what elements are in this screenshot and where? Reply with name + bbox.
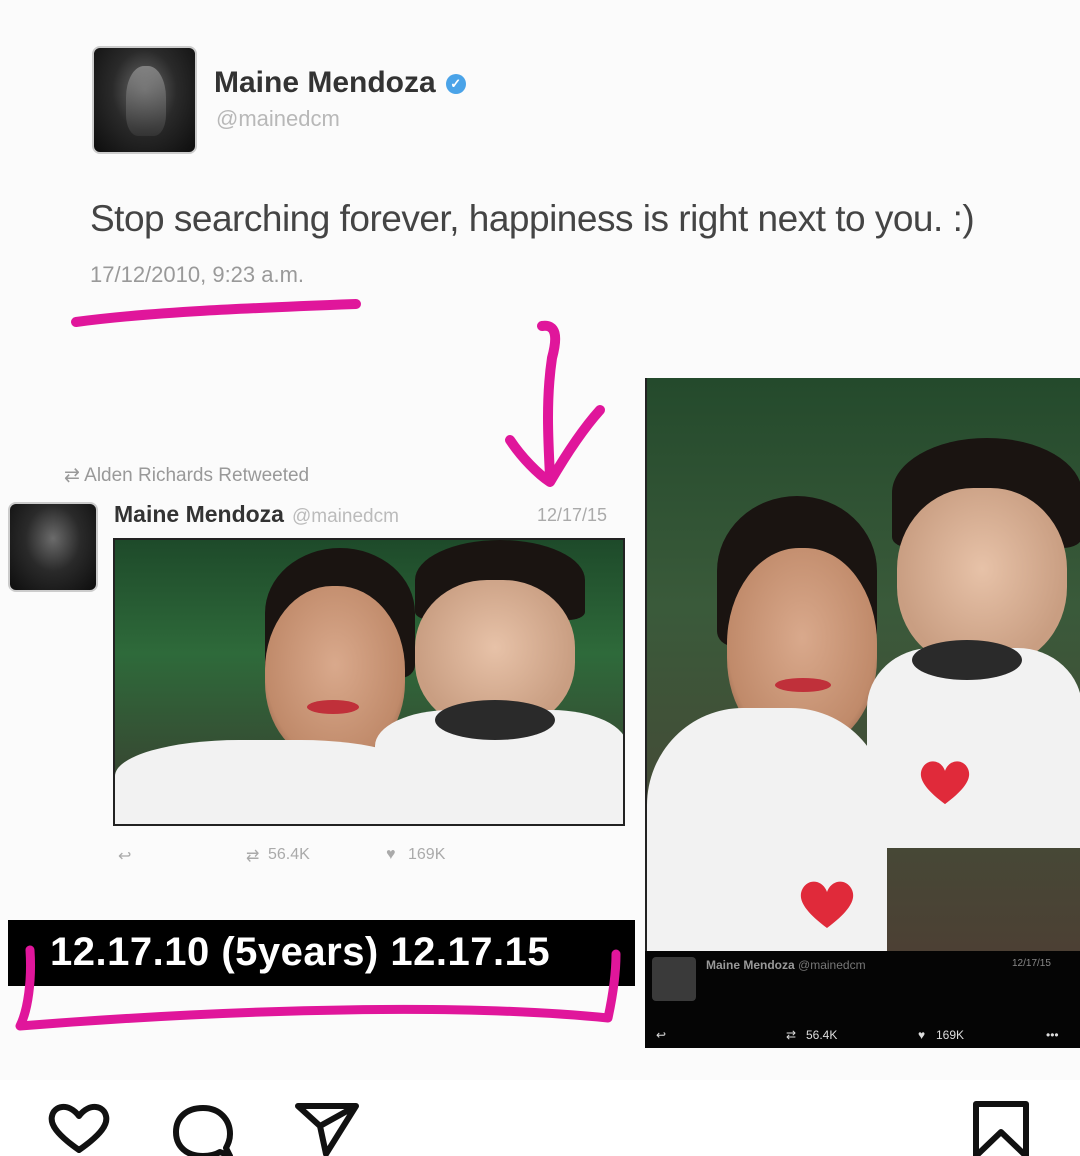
retweet-count: 56.4K bbox=[806, 1028, 838, 1042]
reply-icon[interactable]: ↩ bbox=[656, 1028, 666, 1042]
retweet-count: 56.4K bbox=[268, 846, 310, 863]
author-name-text: Maine Mendoza bbox=[214, 66, 436, 99]
share-icon[interactable] bbox=[292, 1100, 362, 1156]
avatar bbox=[8, 502, 98, 592]
comment-icon[interactable] bbox=[168, 1100, 238, 1156]
lips bbox=[775, 678, 831, 692]
pink-arrow-icon bbox=[505, 320, 605, 487]
collar bbox=[912, 640, 1022, 680]
avatar bbox=[652, 957, 696, 1001]
right-tweet-author: Maine Mendoza @mainedcm bbox=[706, 958, 866, 972]
right-tweet-date: 12/17/15 bbox=[1012, 958, 1051, 969]
like-count: 169K bbox=[936, 1028, 965, 1042]
collar bbox=[435, 700, 555, 740]
retweet-icon[interactable]: ⇄ bbox=[786, 1028, 796, 1042]
like-icon[interactable]: ♥ bbox=[918, 1028, 925, 1042]
retweet-header: ⇄ Alden Richards Retweeted bbox=[64, 464, 309, 487]
verified-icon: ✓ bbox=[445, 74, 466, 95]
like-icon[interactable]: ♥ bbox=[386, 846, 396, 864]
tweet-text: Stop searching forever, happiness is rig… bbox=[90, 198, 975, 239]
author-handle-text: @mainedcm bbox=[798, 958, 866, 972]
tweet-photo bbox=[645, 378, 1080, 951]
retweet-icon: ⇄ bbox=[64, 465, 85, 486]
instagram-action-bar bbox=[0, 1080, 1080, 1156]
more-icon[interactable]: ••• bbox=[1046, 1028, 1059, 1042]
tweet-author-handle: @mainedcm bbox=[291, 506, 399, 527]
author-name-text: Maine Mendoza bbox=[706, 958, 795, 972]
bookmark-icon[interactable] bbox=[966, 1100, 1036, 1156]
heart-print bbox=[920, 761, 970, 805]
reply-icon[interactable]: ↩ bbox=[118, 846, 131, 866]
tweet-photo bbox=[113, 538, 625, 826]
post-image[interactable]: Maine Mendoza ✓ @mainedcm Stop searching … bbox=[0, 0, 1080, 1080]
tweet-timestamp: 17/12/2010, 9:23 a.m. bbox=[90, 262, 305, 287]
avatar bbox=[92, 46, 197, 154]
tweet-author-name: Maine Mendoza @mainedcm bbox=[114, 501, 399, 528]
tweet-date: 12/17/15 bbox=[537, 505, 608, 525]
heart-print bbox=[800, 881, 854, 928]
tweet-author-name: Maine Mendoza ✓ bbox=[214, 66, 466, 100]
retweet-icon[interactable]: ⇄ bbox=[246, 846, 259, 866]
like-count: 169K bbox=[408, 846, 446, 863]
tweet-author-handle: @mainedcm bbox=[216, 106, 340, 131]
retweet-label: Alden Richards Retweeted bbox=[84, 465, 310, 486]
tweet-actions: ↩ ⇄ 56.4K ♥ 169K bbox=[118, 846, 518, 872]
heart-icon[interactable] bbox=[44, 1100, 114, 1156]
pink-underline bbox=[71, 299, 361, 327]
author-name-text: Maine Mendoza bbox=[114, 501, 284, 527]
pink-bracket bbox=[15, 945, 621, 1031]
lips bbox=[307, 700, 359, 714]
